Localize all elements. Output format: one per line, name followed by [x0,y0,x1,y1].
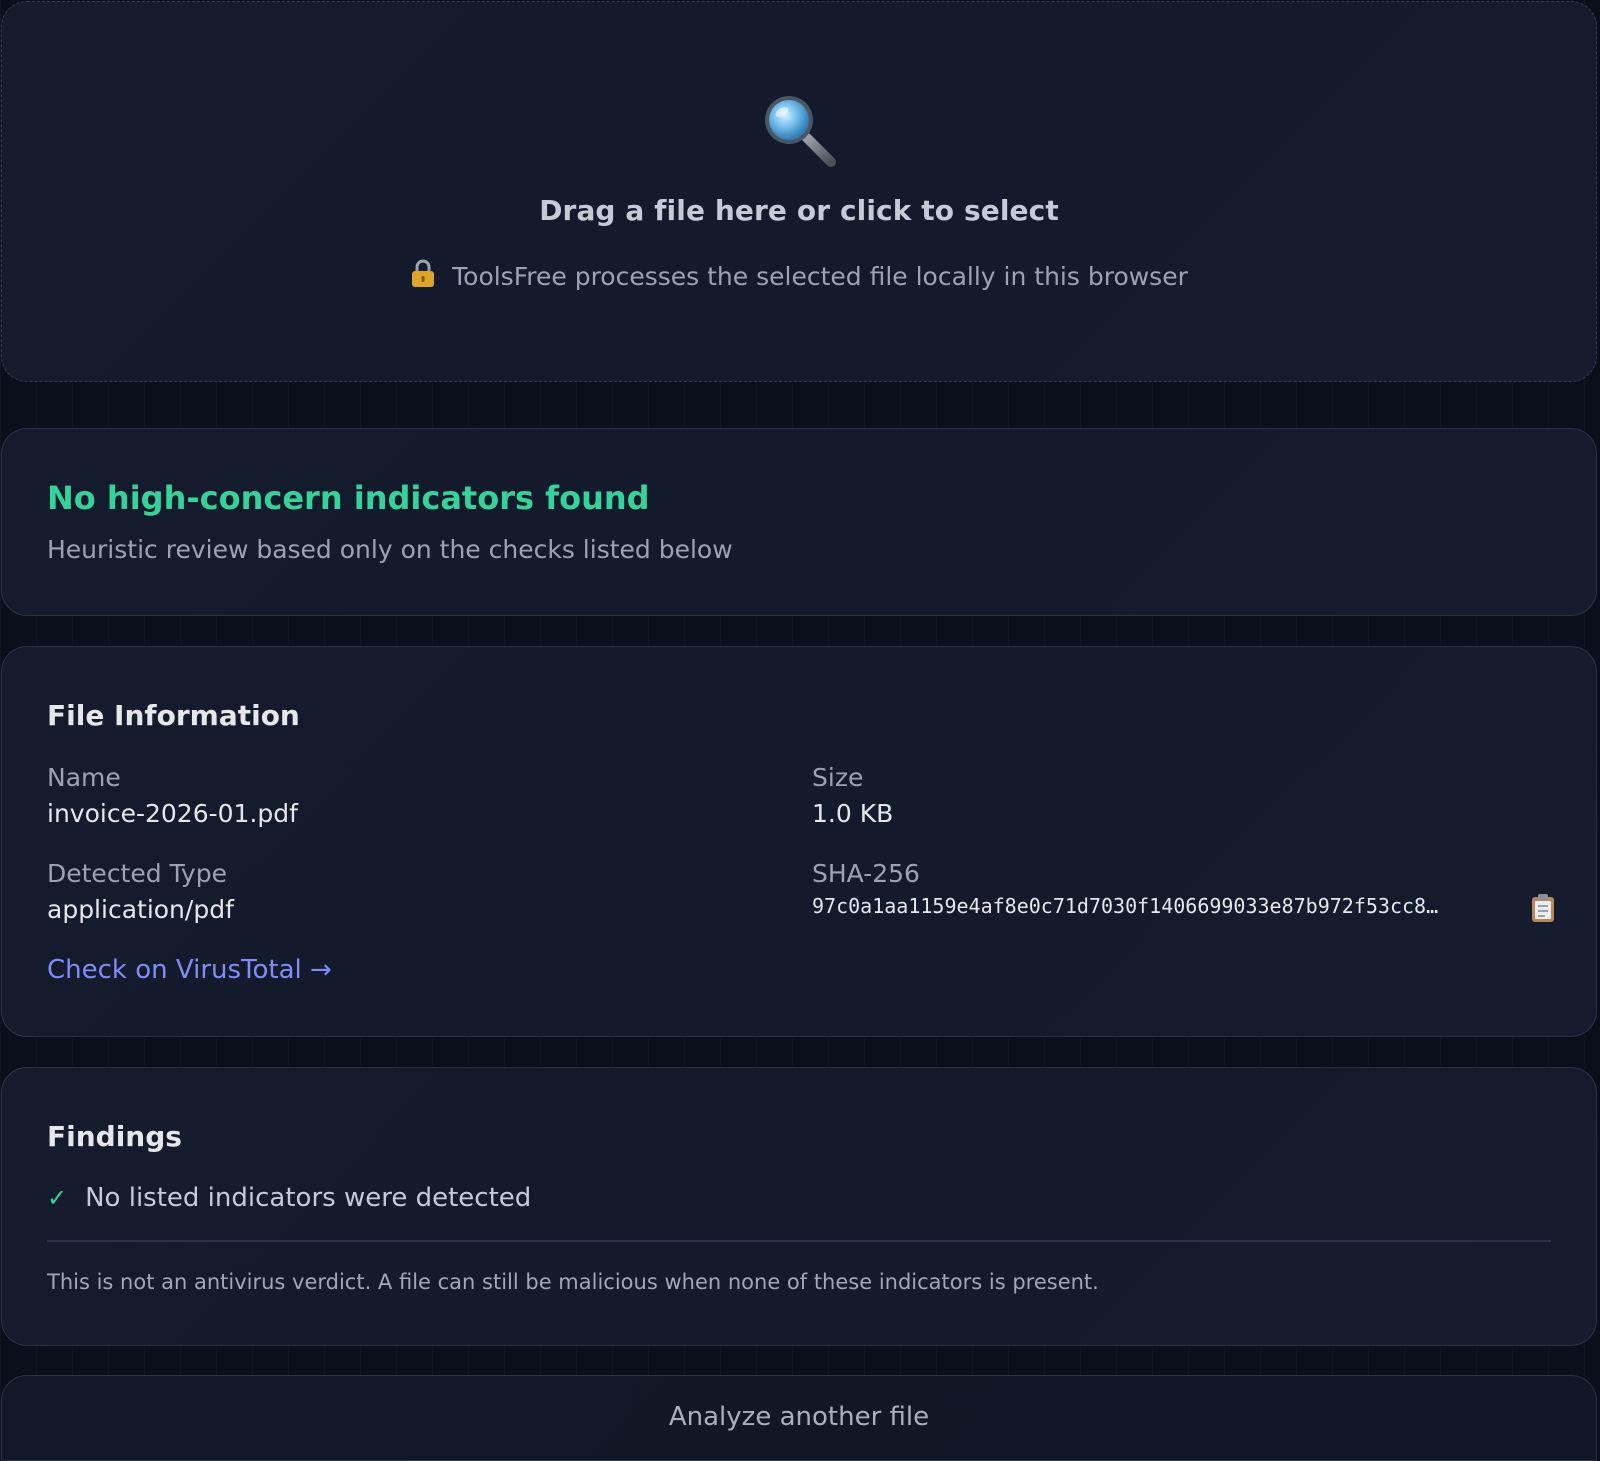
check-icon: ✓ [47,1184,68,1212]
file-dropzone[interactable]: Drag a file here or click to select Tool… [1,1,1597,382]
dropzone-title: Drag a file here or click to select [539,194,1059,227]
privacy-note-text: ToolsFree processes the selected file lo… [452,261,1188,291]
finding-item: ✓ No listed indicators were detected [47,1183,531,1213]
lock-icon [410,258,436,294]
findings-heading: Findings [47,1120,182,1153]
detected-type-value: application/pdf [47,895,234,924]
virustotal-link[interactable]: Check on VirusTotal → [47,955,332,985]
sha256-value: 97c0a1aa1159e4af8e0c71d7030f1406699033e8… [812,894,1439,918]
scan-summary-card: No high-concern indicators found Heurist… [1,428,1597,616]
name-label: Name [47,763,121,792]
magnifier-icon [2,92,1596,168]
file-information-heading: File Information [47,699,300,732]
summary-title: No high-concern indicators found [47,479,650,517]
sha256-label: SHA-256 [812,859,920,888]
file-information-card: File Information Name invoice-2026-01.pd… [1,646,1597,1037]
size-value: 1.0 KB [812,799,894,828]
copy-hash-button[interactable] [1530,893,1556,923]
clipboard-icon [1530,894,1556,927]
detected-type-label: Detected Type [47,859,227,888]
finding-text: No listed indicators were detected [85,1183,532,1213]
privacy-note: ToolsFree processes the selected file lo… [2,258,1596,294]
analyze-another-label: Analyze another file [668,1402,930,1432]
findings-disclaimer: This is not an antivirus verdict. A file… [47,1270,1099,1294]
findings-divider [47,1240,1551,1242]
summary-subtitle: Heuristic review based only on the check… [47,535,733,564]
analyze-another-button[interactable]: Analyze another file [1,1375,1597,1461]
findings-card: Findings ✓ No listed indicators were det… [1,1067,1597,1346]
name-value: invoice-2026-01.pdf [47,799,298,828]
size-label: Size [812,763,864,792]
